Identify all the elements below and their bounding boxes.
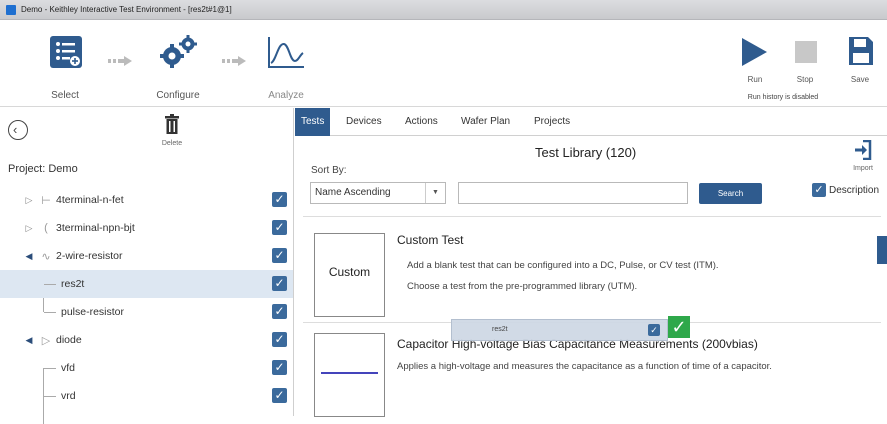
tree-item-3terminal-npn-bjt[interactable]: ▷ ( 3terminal-npn-bjt ✓ (0, 214, 293, 242)
save-button[interactable]: Save (842, 33, 878, 88)
drag-ghost: res2t ✓ (451, 319, 668, 341)
test-card-200vbias[interactable]: Capacitor High-voltage Bias Capacitance … (295, 330, 887, 417)
test-thumbnail: Custom (314, 233, 385, 317)
library-title: Test Library (120) (535, 145, 637, 160)
tree-item-2-wire-resistor[interactable]: ◀ ∿ 2-wire-resistor ✓ (0, 242, 293, 270)
sort-select[interactable]: Name Ascending ▼ (310, 182, 446, 204)
test-description: Choose a test from the pre-programmed li… (407, 281, 638, 292)
tree-item-checkbox[interactable]: ✓ (272, 192, 287, 207)
tree-connector (44, 367, 56, 369)
collapse-arrow-icon[interactable]: ◀ (22, 335, 36, 346)
floppy-disk-icon (849, 37, 873, 65)
chevron-down-icon[interactable]: ▼ (425, 183, 445, 203)
test-description: Add a blank test that can be configured … (407, 260, 719, 271)
bjt-symbol-icon: ( (44, 222, 48, 234)
search-input[interactable] (458, 182, 688, 204)
search-button[interactable]: Search (699, 183, 762, 204)
project-title: Project: Demo (8, 163, 78, 175)
tree-item-vrd[interactable]: vrd ✓ (0, 382, 293, 410)
graph-line-icon (321, 372, 378, 374)
analyze-button[interactable]: Analyze (256, 29, 316, 104)
collapse-arrow-icon[interactable]: ◀ (22, 251, 36, 262)
save-label: Save (850, 75, 870, 84)
tab-projects[interactable]: Projects (528, 108, 576, 136)
fet-symbol-icon: ⊢ (41, 194, 51, 207)
tree-item-checkbox[interactable]: ✓ (272, 388, 287, 403)
gears-icon (160, 35, 197, 68)
run-button[interactable]: Run (738, 33, 772, 88)
tree-item-res2t[interactable]: res2t ✓ (0, 270, 293, 298)
back-button[interactable]: ‹ (8, 120, 28, 140)
analyze-label: Analyze (268, 90, 304, 101)
thumbnail-label: Custom (328, 265, 371, 279)
select-label: Select (51, 90, 79, 101)
run-history-status: Run history is disabled (747, 94, 819, 101)
app-icon (6, 4, 16, 15)
library-panel: Tests Devices Actions Wafer Plan Project… (295, 108, 887, 417)
expand-arrow-icon[interactable]: ▷ (22, 223, 36, 234)
delete-button[interactable]: Delete (152, 114, 192, 147)
tab-tests[interactable]: Tests (295, 108, 331, 136)
expand-arrow-icon[interactable]: ▷ (22, 195, 36, 206)
import-button[interactable]: Import (846, 139, 880, 172)
tree-connector (44, 395, 56, 397)
play-icon (742, 38, 767, 66)
test-thumbnail (314, 333, 385, 417)
tab-bar: Tests Devices Actions Wafer Plan Project… (295, 108, 887, 136)
arrow-right-icon (222, 56, 246, 66)
chevron-left-icon: ‹ (13, 122, 18, 137)
main-toolbar: Select Configure Analyze Run Stop Save R… (0, 21, 887, 107)
tree-item-pulse-resistor[interactable]: pulse-resistor ✓ (0, 298, 293, 326)
stop-label: Stop (796, 75, 814, 84)
tree-connector (44, 311, 56, 313)
sort-select-value: Name Ascending (315, 187, 391, 198)
arrow-right-icon (108, 56, 132, 66)
tree-connector (44, 283, 56, 285)
tree-item-4terminal-n-fet[interactable]: ▷ ⊢ 4terminal-n-fet ✓ (0, 186, 293, 214)
trash-icon (165, 114, 179, 134)
stop-icon (795, 41, 817, 63)
tab-actions[interactable]: Actions (399, 108, 444, 136)
select-button[interactable]: Select (40, 29, 90, 104)
tab-devices[interactable]: Devices (340, 108, 388, 136)
divider (303, 216, 881, 217)
project-tree-panel: ‹ Delete Project: Demo ▷ ⊢ 4terminal-n-f… (0, 108, 294, 424)
project-tree: ▷ ⊢ 4terminal-n-fet ✓ ▷ ( 3terminal-npn-… (0, 186, 293, 424)
tab-wafer-plan[interactable]: Wafer Plan (455, 108, 516, 136)
description-checkbox[interactable]: ✓ (812, 183, 826, 197)
description-label: Description (829, 184, 880, 196)
tree-item-diode[interactable]: ◀ ▷ diode ✓ (0, 326, 293, 354)
sort-by-label: Sort By: (311, 165, 347, 176)
tree-item-vfd[interactable]: vfd ✓ (0, 354, 293, 382)
tree-item-checkbox[interactable]: ✓ (272, 248, 287, 263)
tree-item-checkbox[interactable]: ✓ (272, 276, 287, 291)
tree-item-checkbox[interactable]: ✓ (272, 304, 287, 319)
graph-icon (268, 37, 304, 68)
title-bar: Demo - Keithley Interactive Test Environ… (0, 0, 887, 20)
diode-symbol-icon: ▷ (41, 334, 51, 347)
drag-ghost-label: res2t (492, 326, 508, 333)
configure-button[interactable]: Configure (148, 29, 208, 104)
configure-label: Configure (156, 90, 200, 101)
stop-button[interactable]: Stop (788, 33, 822, 88)
import-icon (855, 139, 872, 161)
drop-ok-check-icon: ✓ (668, 316, 690, 338)
window-title: Demo - Keithley Interactive Test Environ… (21, 5, 232, 14)
tree-item-checkbox[interactable]: ✓ (272, 360, 287, 375)
test-card-custom[interactable]: Custom Custom Test Add a blank test that… (295, 228, 887, 328)
tree-item-checkbox[interactable]: ✓ (272, 332, 287, 347)
description-toggle[interactable]: ✓ Description (812, 183, 879, 197)
test-title: Custom Test (397, 233, 464, 247)
import-label: Import (853, 165, 873, 172)
delete-label: Delete (161, 140, 183, 147)
run-label: Run (747, 75, 763, 84)
test-description: Applies a high-voltage and measures the … (397, 361, 772, 372)
drag-ghost-checkbox: ✓ (648, 324, 660, 336)
tree-item-checkbox[interactable]: ✓ (272, 220, 287, 235)
select-list-icon (50, 36, 82, 68)
resistor-symbol-icon: ∿ (41, 250, 51, 263)
